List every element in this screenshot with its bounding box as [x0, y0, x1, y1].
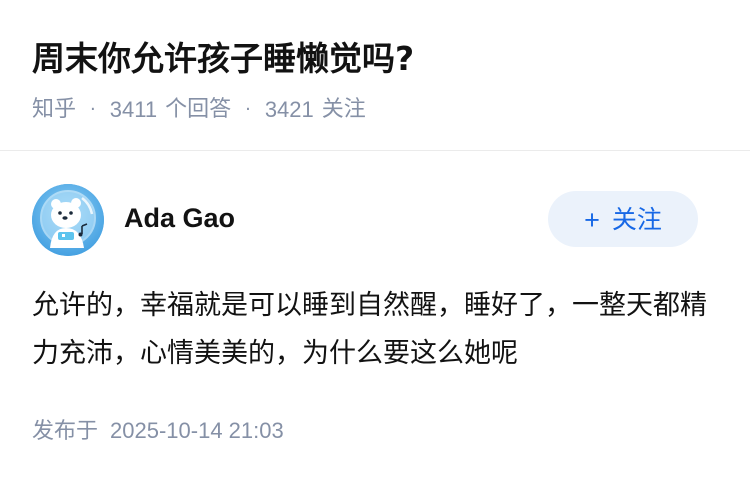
follow-button[interactable]: + 关注	[548, 191, 698, 247]
answer-content[interactable]: 允许的，幸福就是可以睡到自然醒，睡好了，一整天都精力充沛，心情美美的，为什么要这…	[32, 282, 722, 378]
source-label[interactable]: 知乎	[32, 93, 76, 127]
published-label: 发布于	[32, 419, 99, 444]
answer-count[interactable]: 3411	[110, 93, 157, 127]
author-name[interactable]: Ada Gao	[124, 198, 235, 238]
follow-button-label: 关注	[611, 206, 662, 234]
plus-icon: +	[584, 205, 600, 235]
question-title[interactable]: 周末你允许孩子睡懒觉吗?	[32, 36, 414, 82]
author-avatar[interactable]	[32, 184, 104, 256]
question-meta: 知乎 · 3411 个回答 · 3421 关注	[32, 93, 366, 127]
follower-count[interactable]: 3421	[265, 93, 314, 127]
polar-bear-astronaut-icon	[32, 184, 104, 256]
answer-count-label[interactable]: 个回答	[165, 93, 231, 127]
meta-separator: ·	[90, 99, 96, 120]
answer-footer: 发布于 2025-10-14 21:03	[32, 414, 284, 449]
published-date[interactable]: 2025-10-14 21:03	[110, 418, 284, 443]
meta-separator: ·	[245, 99, 251, 120]
author-row: Ada Gao + 关注	[32, 184, 698, 256]
question-header: 周末你允许孩子睡懒觉吗? 知乎 · 3411 个回答 · 3421 关注	[0, 0, 750, 151]
follower-count-label[interactable]: 关注	[322, 93, 366, 127]
